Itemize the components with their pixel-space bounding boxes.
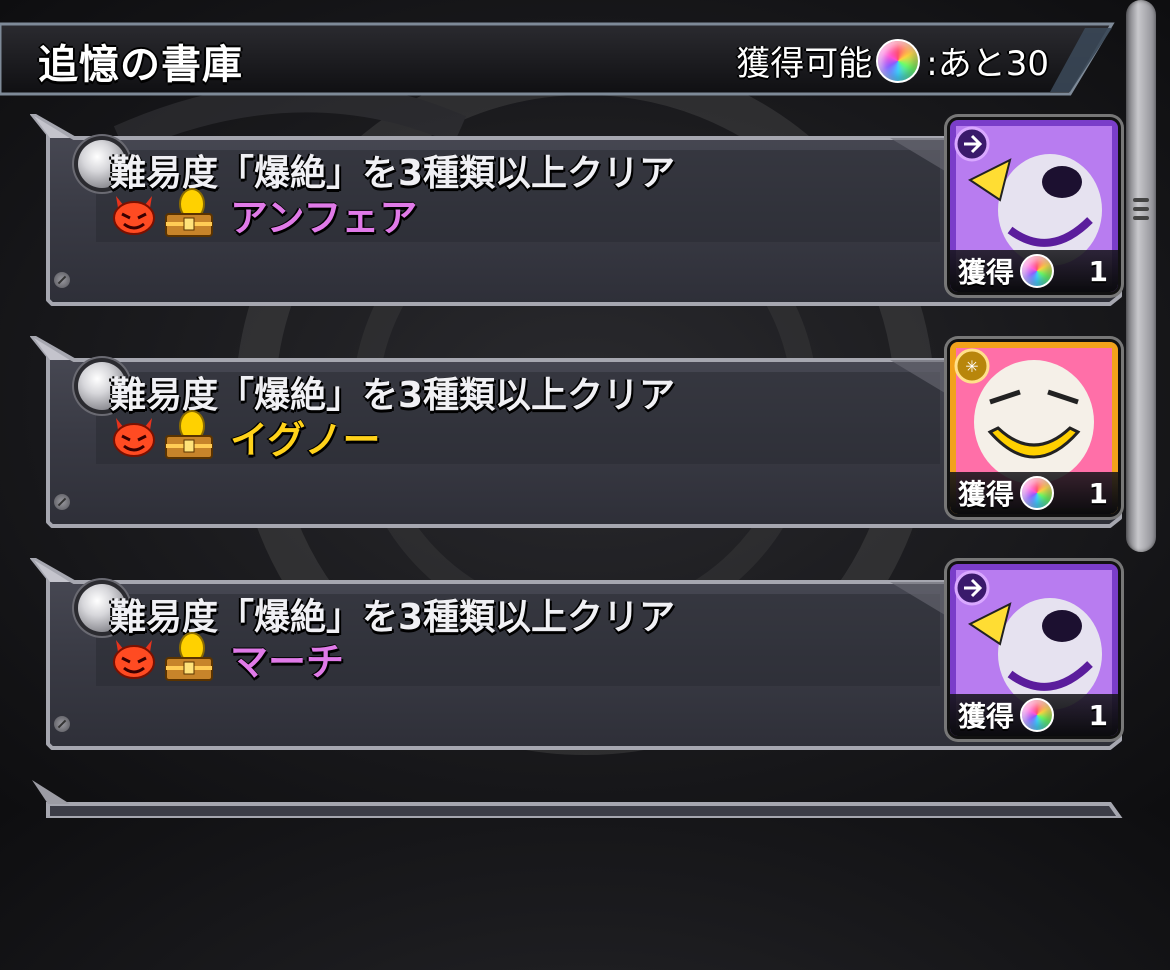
mission-card-partial[interactable] <box>30 778 1125 970</box>
boss-name: イグノー <box>230 417 381 462</box>
gain-label: 獲得 <box>958 256 1015 289</box>
gain-count: 1 <box>1088 476 1108 510</box>
mission-card-3[interactable]: 難易度「爆絶」を3種類以上クリア マーチ 獲得 1 <box>30 558 1125 750</box>
gain-badge: 獲得 1 <box>950 694 1118 736</box>
remaining-count: :あと30 <box>926 44 1049 84</box>
header-bar: 追憶の書庫 獲得可能 :あと30 <box>0 22 1115 96</box>
screw-icon <box>54 272 70 288</box>
devil-icon <box>113 196 155 235</box>
boss-name: マーチ <box>230 639 345 684</box>
gain-count: 1 <box>1088 254 1108 288</box>
screw-icon <box>54 716 70 732</box>
boss-portrait[interactable]: 獲得 1 <box>950 564 1118 736</box>
card-frame <box>32 780 1123 818</box>
reward-row: マーチ <box>110 632 344 684</box>
reward-row: アンフェア <box>110 188 417 240</box>
rainbow-orb-icon <box>876 38 921 83</box>
scroll-grip-icon[interactable] <box>1133 193 1149 237</box>
gain-badge: 獲得 1 <box>950 472 1118 514</box>
mission-card-2[interactable]: 難易度「爆絶」を3種類以上クリア イグノー ✳ 獲得 1 <box>30 336 1125 528</box>
rainbow-orb-icon <box>1020 254 1055 288</box>
page-title: 追憶の書庫 <box>38 42 243 88</box>
egg-chest-icon <box>165 188 213 237</box>
gain-label: 獲得 <box>958 478 1015 511</box>
egg-chest-icon <box>165 632 213 681</box>
obtainable-label: 獲得可能 <box>736 44 873 84</box>
obtainable-counter: 獲得可能 :あと30 <box>736 36 1049 85</box>
scrollbar[interactable] <box>1126 0 1156 552</box>
boss-name: アンフェア <box>230 195 418 240</box>
gain-count: 1 <box>1088 698 1108 732</box>
rainbow-orb-icon <box>1020 476 1055 510</box>
reward-row: イグノー <box>110 410 380 462</box>
egg-chest-icon <box>165 410 213 459</box>
devil-icon <box>113 418 155 457</box>
mission-card-1[interactable]: 難易度「爆絶」を3種類以上クリア アンフェア 獲得 1 <box>30 114 1125 306</box>
gain-badge: 獲得 1 <box>950 250 1118 292</box>
devil-icon <box>113 640 155 679</box>
screw-icon <box>54 494 70 510</box>
rainbow-orb-icon <box>1020 698 1055 732</box>
svg-text:✳: ✳ <box>965 357 978 376</box>
gain-label: 獲得 <box>958 700 1015 733</box>
boss-portrait[interactable]: 獲得 1 <box>950 120 1118 292</box>
boss-portrait[interactable]: ✳ 獲得 1 <box>950 342 1118 514</box>
